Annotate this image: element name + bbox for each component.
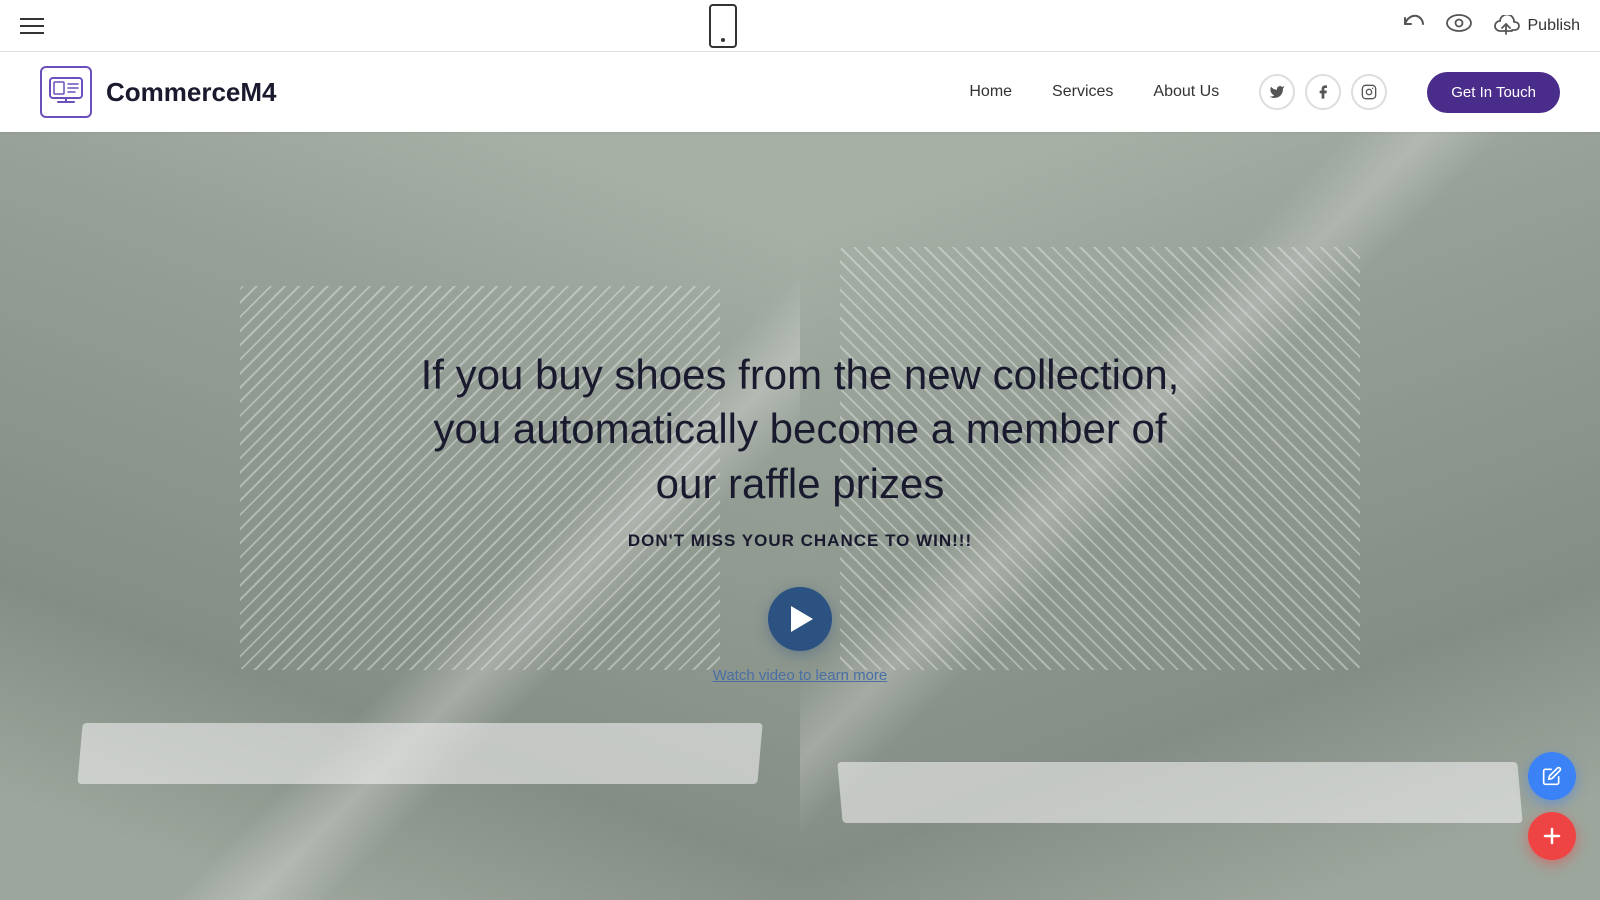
nav-services[interactable]: Services — [1052, 83, 1113, 101]
fab-edit-button[interactable] — [1528, 752, 1576, 800]
get-in-touch-button[interactable]: Get In Touch — [1427, 72, 1560, 113]
hero-content: If you buy shoes from the new collection… — [0, 132, 1600, 900]
hero-section: If you buy shoes from the new collection… — [0, 132, 1600, 900]
publish-button[interactable]: Publish — [1492, 15, 1580, 37]
facebook-icon[interactable] — [1305, 74, 1341, 110]
logo-icon — [40, 66, 92, 118]
toolbar-right: Publish — [1402, 11, 1580, 40]
instagram-icon[interactable] — [1351, 74, 1387, 110]
hero-title: If you buy shoes from the new collection… — [420, 348, 1180, 512]
play-triangle-icon — [791, 606, 813, 632]
nav-home[interactable]: Home — [969, 83, 1012, 101]
top-toolbar: Publish — [0, 0, 1600, 52]
logo-area: CommerceM4 — [40, 66, 277, 118]
undo-icon[interactable] — [1402, 11, 1426, 40]
nav-about[interactable]: About Us — [1153, 83, 1219, 101]
hero-subtitle: DON'T MISS YOUR CHANCE TO WIN!!! — [628, 531, 972, 551]
eye-icon[interactable] — [1446, 14, 1472, 37]
nav-area: Home Services About Us Get In Touch — [969, 72, 1560, 113]
twitter-icon[interactable] — [1259, 74, 1295, 110]
mobile-preview-icon[interactable] — [709, 4, 737, 48]
site-logo-text: CommerceM4 — [106, 77, 277, 108]
toolbar-center — [709, 4, 737, 48]
watch-video-link[interactable]: Watch video to learn more — [713, 667, 888, 684]
hamburger-icon[interactable] — [20, 18, 44, 34]
fab-container — [1528, 752, 1576, 860]
fab-add-button[interactable] — [1528, 812, 1576, 860]
site-header: CommerceM4 Home Services About Us Get In… — [0, 52, 1600, 132]
play-button[interactable] — [768, 587, 832, 651]
toolbar-left — [20, 18, 44, 34]
nav-social — [1259, 74, 1387, 110]
